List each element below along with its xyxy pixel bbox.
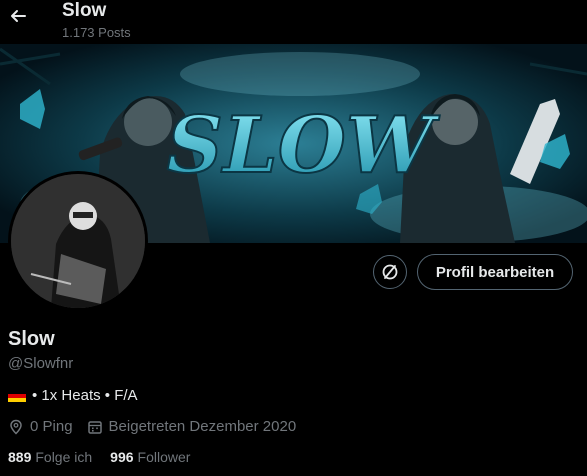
profile-bio: • 1x Heats • F/A bbox=[8, 387, 138, 404]
link-slash-icon bbox=[382, 264, 398, 280]
location-pin-icon bbox=[10, 419, 22, 435]
followers-count: 996 bbox=[110, 449, 134, 465]
profile-handle: @Slowfnr bbox=[8, 355, 74, 372]
following-count: 889 bbox=[8, 449, 32, 465]
bio-text: • 1x Heats • F/A bbox=[32, 387, 138, 404]
post-count: 1.173 Posts bbox=[62, 25, 131, 40]
edit-profile-button[interactable]: Profil bearbeiten bbox=[417, 254, 573, 290]
unlink-account-button[interactable] bbox=[373, 255, 407, 289]
back-arrow-icon[interactable] bbox=[8, 6, 28, 26]
top-bar: Slow 1.173 Posts bbox=[0, 0, 587, 44]
followers-label: Follower bbox=[137, 449, 191, 465]
germany-flag-icon bbox=[8, 389, 26, 402]
page-title: Slow bbox=[62, 0, 107, 21]
avatar-image bbox=[11, 174, 145, 308]
avatar[interactable] bbox=[8, 171, 148, 311]
following-link[interactable]: 889 Folge ich bbox=[8, 449, 92, 465]
follow-stats: 889 Folge ich 996 Follower bbox=[8, 449, 190, 465]
followers-link[interactable]: 996 Follower bbox=[110, 449, 190, 465]
following-label: Folge ich bbox=[35, 449, 93, 465]
calendar-icon bbox=[87, 420, 102, 434]
joined-date: Beigetreten Dezember 2020 bbox=[108, 418, 297, 435]
profile-name: Slow bbox=[8, 328, 55, 350]
location-text: 0 Ping bbox=[30, 418, 73, 435]
profile-meta: 0 Ping Beigetreten Dezember 2020 bbox=[8, 418, 296, 435]
banner-logo-text: SLOW bbox=[167, 100, 441, 191]
